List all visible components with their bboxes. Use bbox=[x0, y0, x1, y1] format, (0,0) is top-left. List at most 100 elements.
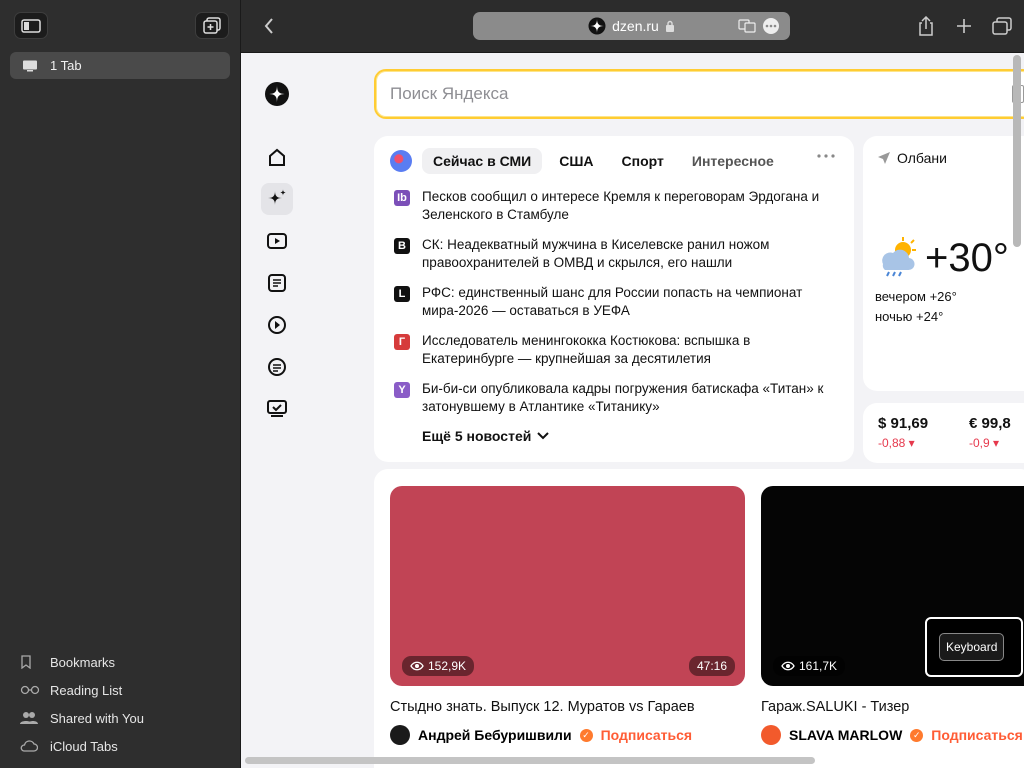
sidebar-icon bbox=[21, 18, 41, 33]
tab-sport[interactable]: Спорт bbox=[611, 148, 675, 174]
tab-interesting[interactable]: Интересное bbox=[681, 148, 785, 174]
source-logo-icon: Y bbox=[394, 382, 410, 398]
subscriptions-nav-button[interactable] bbox=[265, 355, 289, 379]
search-box bbox=[374, 69, 1024, 119]
rain-sun-icon bbox=[882, 237, 916, 277]
news-item[interactable]: Y Би-би-си опубликовала кадры погружения… bbox=[394, 380, 834, 416]
keyboard-shortcut-tooltip: Keyboard bbox=[925, 617, 1023, 677]
sidebar-item-shared-with-you[interactable]: Shared with You bbox=[20, 704, 144, 732]
verified-icon: ✓ bbox=[910, 728, 924, 742]
article-icon bbox=[268, 274, 286, 292]
duration-label: 47:16 bbox=[696, 659, 727, 673]
keyboard-tooltip-label: Keyboard bbox=[939, 633, 1005, 661]
usd-rate: $ 91,69 -0,88 ▾ bbox=[878, 415, 928, 450]
news-headline: РФС: единственный шанс для России попаст… bbox=[422, 285, 803, 318]
views-badge: 161,7K bbox=[773, 656, 846, 676]
video-nav-button[interactable] bbox=[265, 229, 289, 253]
video-icon bbox=[267, 233, 287, 249]
location-arrow-icon bbox=[878, 152, 890, 164]
search-input[interactable] bbox=[390, 84, 970, 104]
new-tab-button[interactable] bbox=[952, 15, 976, 37]
checklist-icon bbox=[267, 400, 287, 417]
weather-temperature: +30° bbox=[925, 236, 1009, 280]
vertical-scrollbar[interactable] bbox=[1013, 55, 1021, 247]
views-count: 152,9K bbox=[428, 659, 467, 673]
source-logo-icon: Ib bbox=[394, 190, 410, 206]
tasks-nav-button[interactable] bbox=[265, 397, 289, 421]
weather-card[interactable]: Олбани +30° вечером +26° ночью +24° bbox=[863, 136, 1024, 391]
news-headline: Песков сообщил о интересе Кремля к перег… bbox=[422, 189, 820, 222]
news-card: Сейчас в СМИ США Спорт Интересное Ib Пес… bbox=[374, 136, 854, 462]
translate-icon[interactable] bbox=[738, 18, 756, 34]
play-circle-icon bbox=[268, 316, 286, 334]
news-headline: СК: Неадекватный мужчина в Киселевске ра… bbox=[422, 237, 770, 270]
news-item[interactable]: Г Исследователь менингококка Костюкова: … bbox=[394, 332, 834, 368]
horizontal-scrollbar[interactable] bbox=[245, 757, 815, 764]
sidebar-tab-item[interactable]: 1 Tab bbox=[10, 52, 230, 79]
sidebar-item-reading-list[interactable]: Reading List bbox=[20, 676, 144, 704]
dzen-logo-icon[interactable] bbox=[265, 82, 289, 106]
currency-rates-card[interactable]: $ 91,69 -0,88 ▾ € 99,8 -0,9 ▾ bbox=[863, 403, 1024, 463]
plus-icon bbox=[957, 19, 971, 33]
weather-evening: вечером +26° bbox=[875, 289, 957, 304]
people-icon bbox=[20, 711, 50, 725]
news-item[interactable]: Ib Песков сообщил о интересе Кремля к пе… bbox=[394, 188, 834, 224]
ai-nav-button[interactable] bbox=[261, 183, 293, 215]
more-news-label: Ещё 5 новостей bbox=[422, 428, 532, 444]
dzen-favicon-icon bbox=[588, 17, 606, 35]
sidebar-bottom-list: Bookmarks Reading List Shared with You i… bbox=[20, 648, 144, 760]
sidebar: 1 Tab Bookmarks Reading List Shared with… bbox=[0, 0, 241, 768]
subscribe-button[interactable]: Подписаться bbox=[601, 727, 693, 743]
browser-toolbar: dzen.ru bbox=[241, 0, 1024, 53]
tab-group-icon bbox=[203, 16, 221, 34]
video-title[interactable]: Стыдно знать. Выпуск 12. Муратов vs Гара… bbox=[390, 699, 695, 715]
views-count: 161,7K bbox=[799, 659, 838, 673]
news-item[interactable]: B СК: Неадекватный мужчина в Киселевске … bbox=[394, 236, 834, 272]
lock-icon bbox=[665, 20, 674, 32]
glasses-icon bbox=[20, 685, 50, 695]
tab-count-label: 1 Tab bbox=[50, 58, 82, 73]
sparkle-icon bbox=[268, 189, 287, 205]
clips-nav-button[interactable] bbox=[265, 313, 289, 337]
more-dots-icon[interactable] bbox=[817, 154, 835, 158]
news-headline: Исследователь менингококка Костюкова: вс… bbox=[422, 333, 751, 366]
tabs-icon bbox=[992, 17, 1012, 35]
sidebar-item-icloud-tabs[interactable]: iCloud Tabs bbox=[20, 732, 144, 760]
author-name[interactable]: Андрей Бебуришвили bbox=[418, 727, 572, 743]
more-news-button[interactable]: Ещё 5 новостей bbox=[422, 428, 550, 444]
source-logo-icon: Г bbox=[394, 334, 410, 350]
sidebar-item-label: iCloud Tabs bbox=[50, 738, 118, 754]
share-button[interactable] bbox=[914, 15, 938, 37]
more-options-icon[interactable] bbox=[762, 17, 780, 35]
address-bar[interactable]: dzen.ru bbox=[473, 12, 790, 40]
news-tabs: Сейчас в СМИ США Спорт Интересное bbox=[390, 148, 785, 174]
cloud-icon bbox=[20, 740, 50, 752]
sidebar-toggle-button[interactable] bbox=[14, 12, 48, 39]
news-item[interactable]: L РФС: единственный шанс для России попа… bbox=[394, 284, 834, 320]
tab-overview-button[interactable] bbox=[990, 15, 1014, 37]
sidebar-item-bookmarks[interactable]: Bookmarks bbox=[20, 648, 144, 676]
articles-nav-button[interactable] bbox=[265, 271, 289, 295]
author-name[interactable]: SLAVA MARLOW bbox=[789, 727, 902, 743]
eye-icon bbox=[781, 661, 795, 671]
duration-badge: 47:16 bbox=[688, 656, 735, 676]
usd-rate-change: -0,88 ▾ bbox=[878, 436, 915, 450]
eur-rate-value: € 99,8 bbox=[969, 415, 1011, 432]
tab-usa[interactable]: США bbox=[548, 148, 604, 174]
source-logo-icon: L bbox=[394, 286, 410, 302]
new-tab-group-button[interactable] bbox=[195, 12, 229, 39]
home-nav-button[interactable] bbox=[265, 145, 289, 169]
news-logo-icon bbox=[390, 150, 412, 172]
verified-icon: ✓ bbox=[579, 728, 593, 742]
back-button[interactable] bbox=[259, 15, 279, 37]
avatar[interactable] bbox=[761, 725, 781, 745]
video-thumbnail[interactable]: 152,9K 47:16 bbox=[390, 486, 745, 686]
avatar[interactable] bbox=[390, 725, 410, 745]
chevron-left-icon bbox=[264, 18, 273, 34]
subscribe-button[interactable]: Подписаться bbox=[931, 727, 1023, 743]
left-rail-nav bbox=[241, 53, 313, 768]
video-title[interactable]: Гараж.SALUKI - Тизер bbox=[761, 699, 909, 715]
tab-now-in-media[interactable]: Сейчас в СМИ bbox=[422, 148, 543, 174]
eye-icon bbox=[410, 661, 424, 671]
video-author: SLAVA MARLOW ✓ Подписаться bbox=[761, 725, 1023, 745]
